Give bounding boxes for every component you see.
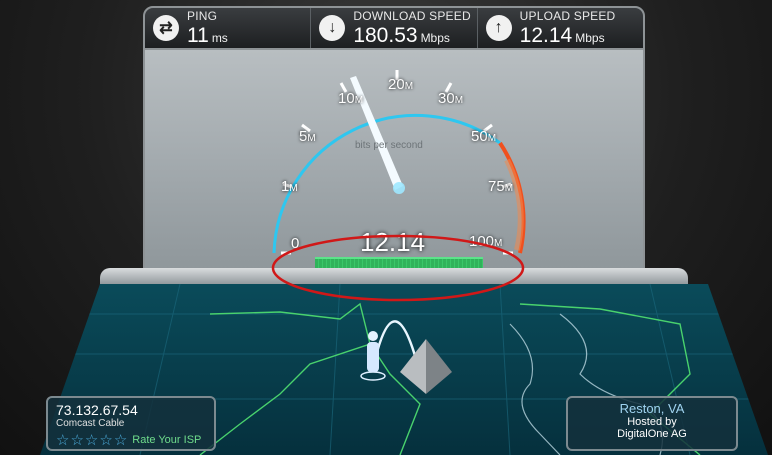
arrow-up-icon: ↑ — [485, 15, 512, 41]
upload-stat: ↑ UPLOAD SPEED 12.14 Mbps — [478, 8, 643, 48]
client-info-box: 73.132.67.54 Comcast Cable ☆ ☆ ☆ ☆ ☆ Rat… — [46, 396, 216, 451]
tick-label-10m: 10M — [338, 90, 364, 107]
gauge-ticks — [281, 70, 513, 255]
tick-label-1m: 1M — [281, 178, 298, 195]
tick-label-5m: 5M — [299, 128, 316, 145]
tick-label-50m: 50M — [471, 128, 497, 145]
download-stat: ↓ DOWNLOAD SPEED 180.53 Mbps — [311, 8, 478, 48]
server-city: Reston, VA — [619, 401, 685, 416]
ping-stat: ⇄ PING 11 ms — [145, 8, 312, 48]
star-icon[interactable]: ☆ — [56, 431, 69, 449]
server-host-name[interactable]: DigitalOne AG — [568, 428, 736, 440]
stats-bar: ⇄ PING 11 ms ↓ DOWNLOAD SPEED 180.53 Mbps … — [143, 6, 645, 50]
upload-unit: Mbps — [575, 31, 605, 45]
server-info-box: Reston, VA Hosted by DigitalOne AG — [566, 396, 738, 451]
client-ip: 73.132.67.54 — [56, 402, 138, 418]
rate-isp-row[interactable]: ☆ ☆ ☆ ☆ ☆ Rate Your ISP — [56, 431, 206, 449]
download-label: DOWNLOAD SPEED — [353, 9, 471, 23]
download-value: 180.53 — [353, 24, 418, 47]
star-icon[interactable]: ☆ — [70, 431, 83, 449]
rate-isp-link[interactable]: Rate Your ISP — [132, 434, 201, 446]
client-isp: Comcast Cable — [56, 418, 125, 429]
tick-label-20m: 20M — [388, 76, 414, 93]
download-value-row: 180.53 Mbps — [353, 25, 471, 46]
upload-label: UPLOAD SPEED — [519, 9, 616, 23]
ping-label: PING — [187, 9, 218, 23]
arrow-down-icon: ↓ — [319, 15, 346, 41]
ping-value-row: 11 ms — [187, 25, 228, 46]
star-icon[interactable]: ☆ — [85, 431, 98, 449]
server-marker-icon — [400, 339, 452, 394]
gauge-hub — [393, 182, 405, 194]
tick-label-30m: 30M — [438, 90, 464, 107]
download-unit: Mbps — [420, 31, 450, 45]
tick-label-75m: 75M — [488, 178, 514, 195]
gauge-unit-label: bits per second — [355, 140, 423, 151]
ping-value: 11 — [187, 24, 209, 47]
star-icon[interactable]: ☆ — [99, 431, 112, 449]
upload-value-row: 12.14 Mbps — [520, 25, 616, 46]
ping-unit: ms — [211, 31, 228, 45]
swap-arrows-icon: ⇄ — [153, 15, 179, 41]
star-icon[interactable]: ☆ — [114, 431, 127, 449]
highlight-ellipse — [271, 234, 525, 302]
hosted-by-label: Hosted by — [627, 416, 677, 428]
upload-value: 12.14 — [519, 24, 573, 47]
